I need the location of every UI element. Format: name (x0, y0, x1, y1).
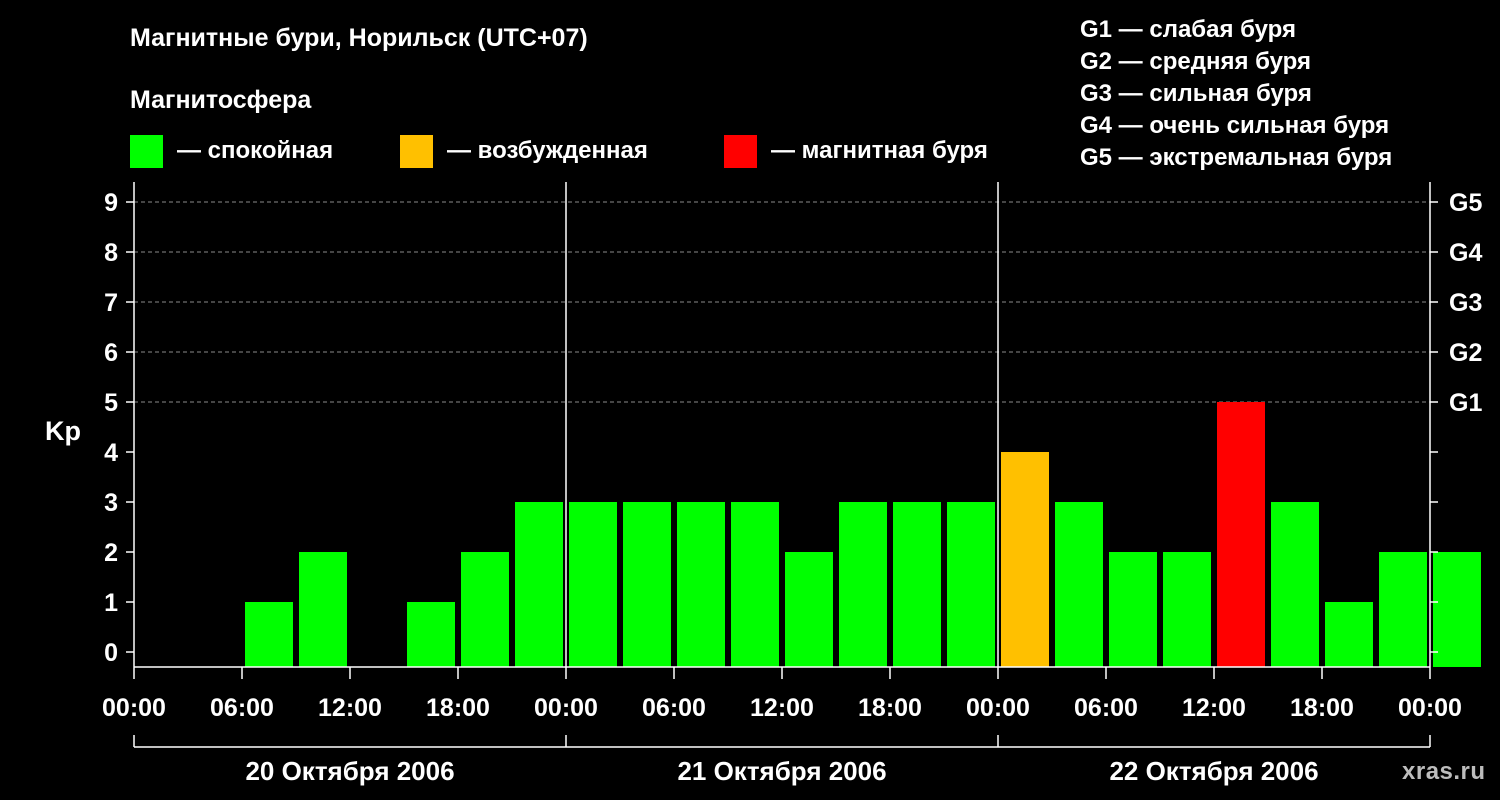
bar-12 (785, 552, 833, 667)
kp-chart: 0 1 2 3 4 5 6 7 8 9 G1 G2 G3 G4 G5 Kp 00:00 06:00 12:00 18:… (45, 182, 1482, 786)
y-tick-label-1: 1 (104, 589, 118, 617)
y-tick-label-9: 9 (104, 189, 118, 217)
right-tick-label-G2: G2 (1449, 339, 1482, 367)
bar-11 (731, 502, 779, 667)
bar-10 (677, 502, 725, 667)
x-tick-label-10: 12:00 (1182, 694, 1246, 722)
bar-17 (1055, 502, 1103, 667)
date-label-2: 22 Октября 2006 (1109, 756, 1318, 786)
x-tick-label-8: 00:00 (966, 694, 1030, 722)
x-tick-label-1: 06:00 (210, 694, 274, 722)
bar-8 (569, 502, 617, 667)
bar-7 (515, 502, 563, 667)
bar-13 (839, 502, 887, 667)
x-tick-label-5: 06:00 (642, 694, 706, 722)
y-tick-label-8: 8 (104, 239, 118, 267)
right-tick-label-G1: G1 (1449, 389, 1482, 417)
x-tick-label-7: 18:00 (858, 694, 922, 722)
date-label-0: 20 Октября 2006 (245, 756, 454, 786)
bar-9 (623, 502, 671, 667)
bar-16 (1001, 452, 1049, 667)
right-tick-label-G3: G3 (1449, 289, 1482, 317)
x-tick-label-6: 12:00 (750, 694, 814, 722)
bar-2 (245, 602, 293, 667)
y-tick-label-5: 5 (104, 389, 118, 417)
right-tick-label-G4: G4 (1449, 239, 1482, 267)
x-tick-label-2: 12:00 (318, 694, 382, 722)
bar-3 (299, 552, 347, 667)
y-tick-label-4: 4 (104, 439, 118, 467)
bar-15 (947, 502, 995, 667)
bar-21 (1271, 502, 1319, 667)
y-axis-label: Kp (45, 416, 81, 446)
bar-14 (893, 502, 941, 667)
bar-24 (1433, 552, 1481, 667)
bar-18 (1109, 552, 1157, 667)
bar-19 (1163, 552, 1211, 667)
y-tick-label-0: 0 (104, 639, 118, 667)
x-tick-label-0: 00:00 (102, 694, 166, 722)
bar-6 (461, 552, 509, 667)
bar-20 (1217, 402, 1265, 667)
x-tick-label-3: 18:00 (426, 694, 490, 722)
x-tick-label-4: 00:00 (534, 694, 598, 722)
y-tick-label-3: 3 (104, 489, 118, 517)
bar-22 (1325, 602, 1373, 667)
x-tick-label-9: 06:00 (1074, 694, 1138, 722)
bar-23 (1379, 552, 1427, 667)
date-label-1: 21 Октября 2006 (677, 756, 886, 786)
y-tick-label-7: 7 (104, 289, 118, 317)
x-tick-label-12: 00:00 (1398, 694, 1462, 722)
x-tick-label-11: 18:00 (1290, 694, 1354, 722)
y-tick-label-2: 2 (104, 539, 118, 567)
y-tick-label-6: 6 (104, 339, 118, 367)
right-tick-label-G5: G5 (1449, 189, 1482, 217)
bar-5 (407, 602, 455, 667)
